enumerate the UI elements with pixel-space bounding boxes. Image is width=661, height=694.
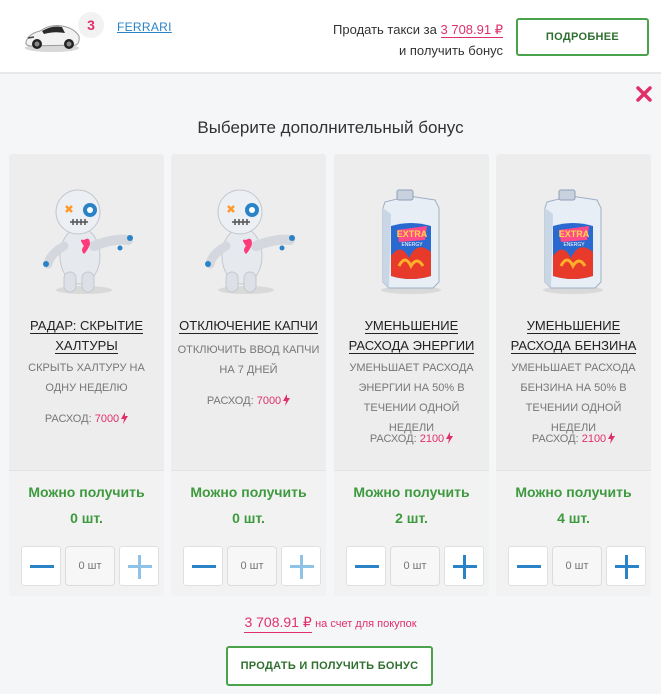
- bonus-name: ОТКЛЮЧЕНИЕ КАПЧИ: [179, 318, 318, 334]
- bonus-description: СКРЫТЬ ХАЛТУРУ НА ОДНУ НЕДЕЛЮ: [28, 362, 145, 394]
- svg-text:EXTRA: EXTRA: [397, 229, 428, 239]
- sell-and-get-bonus-button[interactable]: ПРОДАТЬ И ПОЛУЧИТЬ БОНУС: [226, 646, 433, 686]
- increment-button[interactable]: [119, 546, 159, 586]
- quantity-input[interactable]: [227, 546, 277, 586]
- extra-energy-canister-icon: EXTRA ENERGY: [381, 189, 441, 294]
- sell-taxi-text: Продать такси за 3 708.91 ₽ и получить б…: [333, 19, 503, 61]
- car-name-link[interactable]: FERRARI: [117, 20, 172, 34]
- bonus-card-captcha: ОТКЛЮЧЕНИЕ КАПЧИ ОТКЛЮЧИТЬ ВВОД КАПЧИ НА…: [171, 154, 326, 596]
- available-quantity: 0 шт.: [70, 510, 103, 526]
- bonus-name: УМЕНЬШЕНИЕ РАСХОДА БЕНЗИНА: [510, 318, 637, 354]
- quantity-input[interactable]: [65, 546, 115, 586]
- quantity-input[interactable]: [552, 546, 602, 586]
- quantity-input[interactable]: [390, 546, 440, 586]
- bonus-card-energy: EXTRA ENERGY УМЕНЬШЕНИЕ РАСХОДА ЭНЕРГИИ …: [334, 154, 489, 596]
- can-get-label: Можно получить: [190, 484, 307, 500]
- bonus-name: УМЕНЬШЕНИЕ РАСХОДА ЭНЕРГИИ: [348, 318, 475, 354]
- bonus-name: РАДАР: СКРЫТИЕ ХАЛТУРЫ: [29, 318, 144, 354]
- bonus-description: ОТКЛЮЧИТЬ ВВОД КАПЧИ НА 7 ДНЕЙ: [177, 344, 320, 376]
- increment-button[interactable]: [606, 546, 646, 586]
- top-bar: 3 FERRARI Продать такси за 3 708.91 ₽ и …: [0, 0, 661, 74]
- lightning-icon: [121, 412, 129, 424]
- decrement-button[interactable]: [346, 546, 386, 586]
- sell-price: 3 708.91 ₽: [440, 22, 503, 38]
- can-get-label: Можно получить: [28, 484, 145, 500]
- lightning-icon: [446, 432, 454, 444]
- bonus-cost: РАСХОД: 2100: [334, 432, 489, 445]
- available-quantity: 0 шт.: [232, 510, 265, 526]
- total-suffix: на счет для покупок: [315, 618, 417, 630]
- svg-text:ENERGY: ENERGY: [401, 242, 423, 248]
- increment-button[interactable]: [444, 546, 484, 586]
- total-amount: 3 708.91 ₽: [244, 614, 312, 633]
- lightning-icon: [283, 394, 291, 406]
- increment-button[interactable]: [281, 546, 321, 586]
- can-get-label: Можно получить: [353, 484, 470, 500]
- bonus-description: УМЕНЬШАЕТ РАСХОДА ЭНЕРГИИ НА 50% В ТЕЧЕН…: [349, 362, 474, 434]
- bonus-card-radar: РАДАР: СКРЫТИЕ ХАЛТУРЫ СКРЫТЬ ХАЛТУРУ НА…: [9, 154, 164, 596]
- quantity-stepper: [21, 546, 162, 586]
- available-quantity: 2 шт.: [395, 510, 428, 526]
- quantity-stepper: [183, 546, 324, 586]
- account-total: 3 708.91 ₽ на счет для покупок: [0, 614, 661, 633]
- sell-suffix: и получить бонус: [398, 43, 503, 58]
- ferrari-car-icon: [25, 25, 80, 52]
- can-get-label: Можно получить: [515, 484, 632, 500]
- bonus-cost: РАСХОД: 7000: [9, 412, 164, 425]
- decrement-button[interactable]: [183, 546, 223, 586]
- bonus-cost: РАСХОД: 7000: [171, 394, 326, 407]
- decrement-button[interactable]: [508, 546, 548, 586]
- available-quantity: 4 шт.: [557, 510, 590, 526]
- voodoo-doll-icon: [43, 189, 133, 294]
- quantity-stepper: [346, 546, 487, 586]
- sell-prefix: Продать такси за: [333, 22, 437, 37]
- svg-text:EXTRA: EXTRA: [559, 229, 590, 239]
- decrement-button[interactable]: [21, 546, 61, 586]
- quantity-stepper: [508, 546, 649, 586]
- voodoo-doll-icon: [205, 189, 295, 294]
- svg-text:ENERGY: ENERGY: [563, 242, 585, 248]
- more-details-button[interactable]: ПОДРОБНЕЕ: [516, 18, 649, 56]
- bonus-description: УМЕНЬШАЕТ РАСХОДА БЕНЗИНА НА 50% В ТЕЧЕН…: [511, 362, 636, 434]
- bonus-card-fuel: EXTRA ENERGY УМЕНЬШЕНИЕ РАСХОДА БЕНЗИНА …: [496, 154, 651, 596]
- close-icon[interactable]: [636, 86, 652, 102]
- car-level-badge: 3: [78, 12, 104, 38]
- extra-energy-canister-icon: EXTRA ENERGY: [543, 189, 603, 294]
- lightning-icon: [608, 432, 616, 444]
- page-title: Выберите дополнительный бонус: [197, 118, 464, 137]
- bonus-cost: РАСХОД: 2100: [496, 432, 651, 445]
